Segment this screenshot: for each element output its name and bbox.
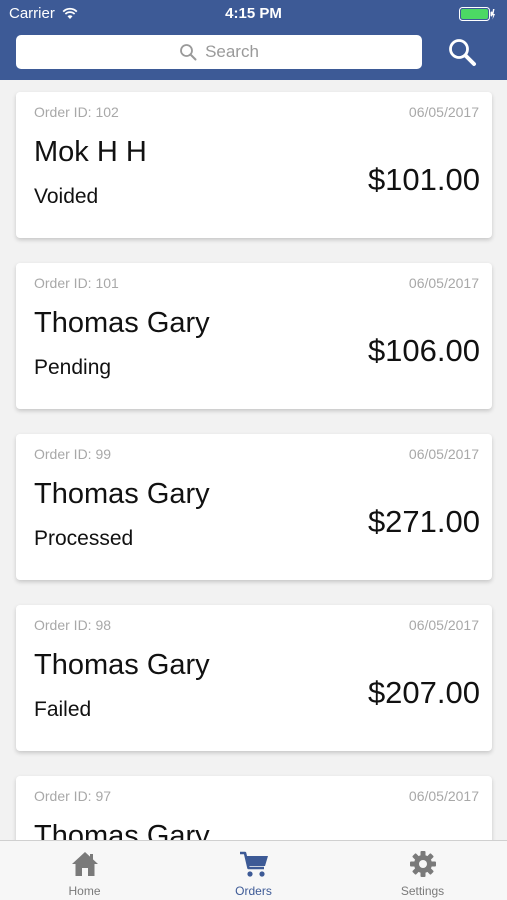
order-id: Order ID: 102 bbox=[34, 104, 119, 120]
order-amount: $207.00 bbox=[367, 675, 480, 710]
order-status: Voided bbox=[34, 185, 99, 208]
order-date: 06/05/2017 bbox=[408, 617, 479, 633]
customer-name: Thomas Gary bbox=[34, 820, 210, 840]
search-placeholder: Search bbox=[205, 42, 259, 61]
order-status: Processed bbox=[34, 527, 134, 550]
order-card[interactable]: Order ID: 102 06/05/2017 Mok H H Voided … bbox=[16, 92, 492, 238]
customer-name: Thomas Gary bbox=[34, 478, 210, 510]
order-card[interactable]: Order ID: 99 06/05/2017 Thomas Gary Proc… bbox=[16, 434, 492, 580]
search-icon bbox=[180, 44, 197, 61]
customer-name: Thomas Gary bbox=[34, 307, 210, 339]
order-date: 06/05/2017 bbox=[408, 446, 479, 462]
order-amount: $106.00 bbox=[367, 333, 480, 368]
order-date: 06/05/2017 bbox=[408, 275, 479, 291]
order-status: Failed bbox=[34, 698, 92, 721]
order-card[interactable]: Order ID: 101 06/05/2017 Thomas Gary Pen… bbox=[16, 263, 492, 409]
orders-list[interactable]: Order ID: 102 06/05/2017 Mok H H Voided … bbox=[0, 80, 507, 840]
header-bar: Carrier 4:15 PM Search bbox=[0, 0, 507, 80]
tab-label: Settings bbox=[400, 884, 445, 898]
order-status: Pending bbox=[34, 356, 112, 379]
order-id: Order ID: 97 bbox=[34, 788, 112, 804]
order-date: 06/05/2017 bbox=[408, 788, 479, 804]
status-bar: Carrier 4:15 PM bbox=[0, 0, 507, 28]
order-card[interactable]: Order ID: 98 06/05/2017 Thomas Gary Fail… bbox=[16, 605, 492, 751]
gear-icon bbox=[409, 851, 436, 877]
order-amount: $271.00 bbox=[367, 504, 480, 539]
order-id: Order ID: 99 bbox=[34, 446, 112, 462]
tab-label: Orders bbox=[235, 884, 272, 898]
tab-settings[interactable]: Settings bbox=[338, 841, 507, 900]
order-card[interactable]: Order ID: 97 06/05/2017 Thomas Gary bbox=[16, 776, 492, 840]
tab-orders[interactable]: Orders bbox=[169, 841, 338, 900]
order-date: 06/05/2017 bbox=[408, 104, 479, 120]
cart-icon bbox=[239, 851, 268, 877]
battery-icon bbox=[459, 7, 495, 21]
tab-label: Home bbox=[68, 884, 101, 898]
search-icon bbox=[449, 39, 476, 66]
order-amount: $101.00 bbox=[367, 162, 480, 197]
tab-home[interactable]: Home bbox=[0, 841, 169, 900]
home-icon bbox=[71, 852, 98, 876]
customer-name: Mok H H bbox=[34, 136, 147, 168]
clock-label: 4:15 PM bbox=[225, 5, 282, 22]
tab-bar: Home Orders Settings bbox=[0, 840, 507, 900]
order-id: Order ID: 101 bbox=[34, 275, 119, 291]
customer-name: Thomas Gary bbox=[34, 649, 210, 681]
order-id: Order ID: 98 bbox=[34, 617, 112, 633]
search-input[interactable]: Search bbox=[16, 35, 422, 69]
search-button[interactable] bbox=[446, 36, 478, 68]
